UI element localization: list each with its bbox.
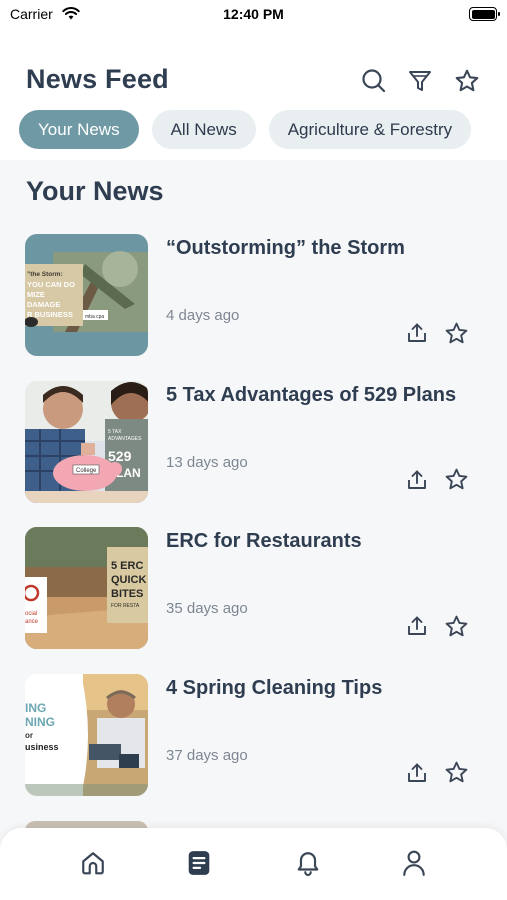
article-title[interactable]: ERC for Restaurants	[166, 530, 362, 553]
article-item[interactable]: ”the Storm: YOU CAN DO MIZE DAMAGE R BUS…	[0, 234, 507, 381]
battery-level	[471, 9, 495, 19]
category-chips: Your News All News Agriculture & Forestr…	[19, 110, 472, 149]
section-title: Your News	[26, 176, 164, 206]
share-icon	[408, 616, 426, 635]
svg-text:”the Storm:: ”the Storm:	[27, 271, 63, 278]
svg-text:FOR RESTA: FOR RESTA	[111, 603, 140, 609]
favorite-button[interactable]	[443, 760, 469, 786]
svg-text:5 ERC: 5 ERC	[111, 560, 143, 572]
search-button[interactable]	[360, 67, 388, 95]
article-item[interactable]: ocial ance 5 ERC QUICK BITES FOR RESTA E…	[0, 527, 507, 674]
svg-text:College: College	[76, 468, 97, 474]
star-icon	[445, 761, 467, 783]
article-title[interactable]: 4 Spring Cleaning Tips	[166, 677, 382, 700]
svg-text:ance: ance	[25, 619, 39, 625]
chip-agriculture-forestry[interactable]: Agriculture & Forestry	[268, 110, 472, 149]
svg-text:mba cpa: mba cpa	[85, 314, 104, 320]
page-title: News Feed	[26, 64, 169, 94]
filter-button[interactable]	[406, 67, 434, 95]
svg-text:ocial: ocial	[25, 611, 37, 617]
star-icon	[445, 468, 467, 490]
svg-text:ING: ING	[25, 701, 46, 715]
star-icon	[455, 69, 479, 92]
header: News Feed Your News All News Agriculture…	[0, 30, 507, 160]
article-thumbnail: ING NING or usiness	[25, 673, 148, 796]
status-time: 12:40 PM	[223, 6, 284, 22]
svg-text:YOU CAN DO: YOU CAN DO	[27, 280, 75, 289]
bell-icon	[297, 852, 319, 876]
news-icon	[188, 851, 210, 875]
tab-news[interactable]	[184, 848, 214, 878]
article-item[interactable]: ING NING or usiness 4 Spring Cleaning Ti…	[0, 673, 507, 821]
home-icon	[82, 852, 104, 875]
share-icon	[408, 323, 426, 342]
star-icon	[445, 615, 467, 636]
search-icon	[362, 69, 386, 93]
favorite-button[interactable]	[443, 467, 469, 493]
chip-all-news[interactable]: All News	[151, 110, 256, 149]
bottom-tab-bar	[0, 828, 507, 900]
share-icon	[408, 763, 426, 782]
share-button[interactable]	[404, 320, 430, 346]
share-button[interactable]	[404, 760, 430, 786]
svg-text:MIZE: MIZE	[27, 290, 45, 299]
news-feed-list: ”the Storm: YOU CAN DO MIZE DAMAGE R BUS…	[0, 234, 507, 820]
svg-text:usiness: usiness	[25, 742, 59, 752]
article-time-ago: 35 days ago	[166, 600, 248, 617]
article-time-ago: 13 days ago	[166, 453, 248, 471]
article-time-ago: 4 days ago	[166, 307, 240, 324]
tab-notifications[interactable]	[293, 848, 323, 878]
profile-icon	[403, 850, 425, 876]
article-time-ago: 37 days ago	[166, 746, 248, 764]
tab-home[interactable]	[78, 848, 108, 878]
svg-text:NING: NING	[25, 715, 55, 729]
chip-your-news[interactable]: Your News	[19, 110, 139, 149]
article-title[interactable]: 5 Tax Advantages of 529 Plans	[166, 384, 456, 407]
article-thumbnail: ”the Storm: YOU CAN DO MIZE DAMAGE R BUS…	[25, 234, 148, 356]
svg-text:BITES: BITES	[111, 588, 143, 600]
article-item[interactable]: 5 TAX ADVANTAGES 529 PLAN College 5 Tax …	[0, 380, 507, 528]
svg-text:ADVANTAGES: ADVANTAGES	[108, 436, 142, 442]
tab-profile[interactable]	[399, 848, 429, 878]
article-thumbnail: 5 TAX ADVANTAGES 529 PLAN College	[25, 380, 148, 503]
share-button[interactable]	[404, 467, 430, 493]
filter-icon	[409, 71, 431, 91]
star-icon	[445, 322, 467, 343]
favorite-button[interactable]	[443, 613, 469, 639]
share-icon	[408, 470, 426, 489]
favorites-button[interactable]	[453, 67, 481, 95]
favorite-button[interactable]	[443, 320, 469, 346]
svg-text:or: or	[25, 731, 33, 740]
svg-text:529: 529	[108, 448, 132, 464]
battery-icon	[469, 7, 500, 21]
svg-text:QUICK: QUICK	[111, 574, 147, 586]
article-thumbnail: ocial ance 5 ERC QUICK BITES FOR RESTA	[25, 527, 148, 649]
svg-text:5 TAX: 5 TAX	[108, 429, 122, 435]
svg-text:DAMAGE: DAMAGE	[27, 300, 60, 309]
article-title[interactable]: “Outstorming” the Storm	[166, 237, 405, 260]
status-bar: Carrier 12:40 PM	[0, 0, 507, 30]
share-button[interactable]	[404, 613, 430, 639]
